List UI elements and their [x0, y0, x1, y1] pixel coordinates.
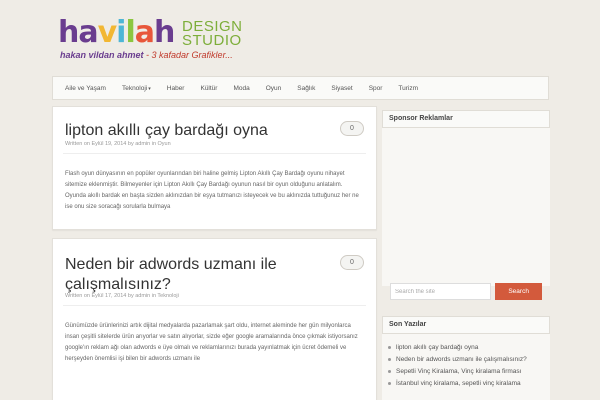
- logo-letter: a: [134, 15, 155, 50]
- post-card: lipton akıllı çay bardağı oyna 0 Written…: [52, 106, 377, 230]
- recent-post-label: Sepetli Vinç Kiralama, Vinç kiralama fir…: [396, 368, 522, 375]
- bullet-icon: [388, 345, 391, 349]
- bullet-icon: [388, 381, 391, 385]
- nav-label: Spor: [368, 84, 383, 92]
- logo-wordmark: havilah: [58, 14, 175, 52]
- tagline-names: hakan vildan ahmet: [60, 50, 144, 60]
- recent-post-link[interactable]: Sepetli Vinç Kiralama, Vinç kiralama fir…: [388, 366, 546, 378]
- chevron-down-icon: ▾: [148, 85, 151, 92]
- nav-label: Sağlık: [297, 84, 316, 92]
- recent-post-label: Neden bir adwords uzmanı ile çalışmalısı…: [396, 356, 527, 363]
- divider: [63, 153, 366, 154]
- post-title-link[interactable]: Neden bir adwords uzmanı ile çalışmalısı…: [65, 255, 325, 295]
- nav-item-haber[interactable]: Haber: [159, 85, 193, 92]
- recent-post-label: lipton akıllı çay bardağı oyna: [396, 344, 479, 351]
- bullet-icon: [388, 357, 391, 361]
- sponsor-widget-title: Sponsor Reklamlar: [382, 110, 550, 128]
- nav-item-spor[interactable]: Spor: [361, 85, 391, 92]
- logo-studio-text: STUDIO: [182, 32, 242, 49]
- nav-label: Haber: [166, 84, 185, 92]
- nav-item-teknoloji[interactable]: Teknoloji▾: [114, 85, 159, 92]
- recent-post-label: İstanbul vinç kiralama, sepetli vinç kir…: [396, 380, 521, 387]
- nav-label: Moda: [233, 84, 250, 92]
- comment-count-badge[interactable]: 0: [340, 121, 364, 136]
- nav-item-kultur[interactable]: Kültür: [192, 85, 225, 92]
- search-button[interactable]: Search: [495, 283, 542, 300]
- divider: [63, 305, 366, 306]
- nav-label: Siyaset: [331, 84, 353, 92]
- search-form: Search: [390, 283, 542, 300]
- nav-label: Teknoloji: [121, 84, 148, 92]
- nav-item-saglik[interactable]: Sağlık: [289, 85, 323, 92]
- nav-item-aile[interactable]: Aile ve Yaşam: [57, 85, 114, 92]
- recent-posts-list: lipton akıllı çay bardağı oyna Neden bir…: [388, 342, 546, 390]
- post-card: Neden bir adwords uzmanı ile çalışmalısı…: [52, 238, 377, 400]
- nav-item-moda[interactable]: Moda: [225, 85, 257, 92]
- post-excerpt: Günümüzde ürünlerinizi artık dijital med…: [65, 323, 358, 362]
- nav-label: Aile ve Yaşam: [65, 84, 106, 92]
- search-input[interactable]: [390, 283, 492, 300]
- post-title-link[interactable]: lipton akıllı çay bardağı oyna: [65, 121, 268, 141]
- main-nav: Aile ve Yaşam Teknoloji▾ Haber Kültür Mo…: [52, 76, 549, 100]
- recent-post-link[interactable]: Neden bir adwords uzmanı ile çalışmalısı…: [388, 354, 546, 366]
- logo-letter: l: [125, 15, 135, 50]
- nav-label: Turizm: [398, 84, 419, 92]
- logo-letter: h: [154, 15, 175, 50]
- tagline-rest: - 3 kafadar Grafikler...: [143, 50, 233, 60]
- post-excerpt: Flash oyun dünyasının en popüler oyunlar…: [65, 171, 359, 210]
- nav-item-turizm[interactable]: Turizm: [390, 85, 426, 92]
- logo-design-studio: DESIGN STUDIO: [182, 19, 243, 49]
- bullet-icon: [388, 369, 391, 373]
- sponsor-ad-area: [382, 128, 550, 286]
- comment-count-badge[interactable]: 0: [340, 255, 364, 270]
- nav-item-siyaset[interactable]: Siyaset: [323, 85, 360, 92]
- post-meta: Written on Eylül 19, 2014 by admin in Oy…: [65, 141, 171, 147]
- recent-post-link[interactable]: lipton akıllı çay bardağı oyna: [388, 342, 546, 354]
- site-logo[interactable]: havilah DESIGN STUDIO hakan vildan ahmet…: [58, 14, 308, 70]
- recent-posts-title: Son Yazılar: [382, 316, 550, 334]
- logo-letter: ha: [58, 15, 99, 50]
- nav-label: Oyun: [265, 84, 282, 92]
- logo-letter: v: [97, 15, 118, 50]
- post-meta: Written on Eylül 17, 2014 by admin in Te…: [65, 293, 179, 299]
- recent-post-link[interactable]: İstanbul vinç kiralama, sepetli vinç kir…: [388, 378, 546, 390]
- logo-tagline: hakan vildan ahmet - 3 kafadar Grafikler…: [60, 50, 233, 60]
- nav-item-oyun[interactable]: Oyun: [258, 85, 290, 92]
- recent-posts-widget: lipton akıllı çay bardağı oyna Neden bir…: [382, 334, 550, 400]
- nav-label: Kültür: [200, 84, 218, 92]
